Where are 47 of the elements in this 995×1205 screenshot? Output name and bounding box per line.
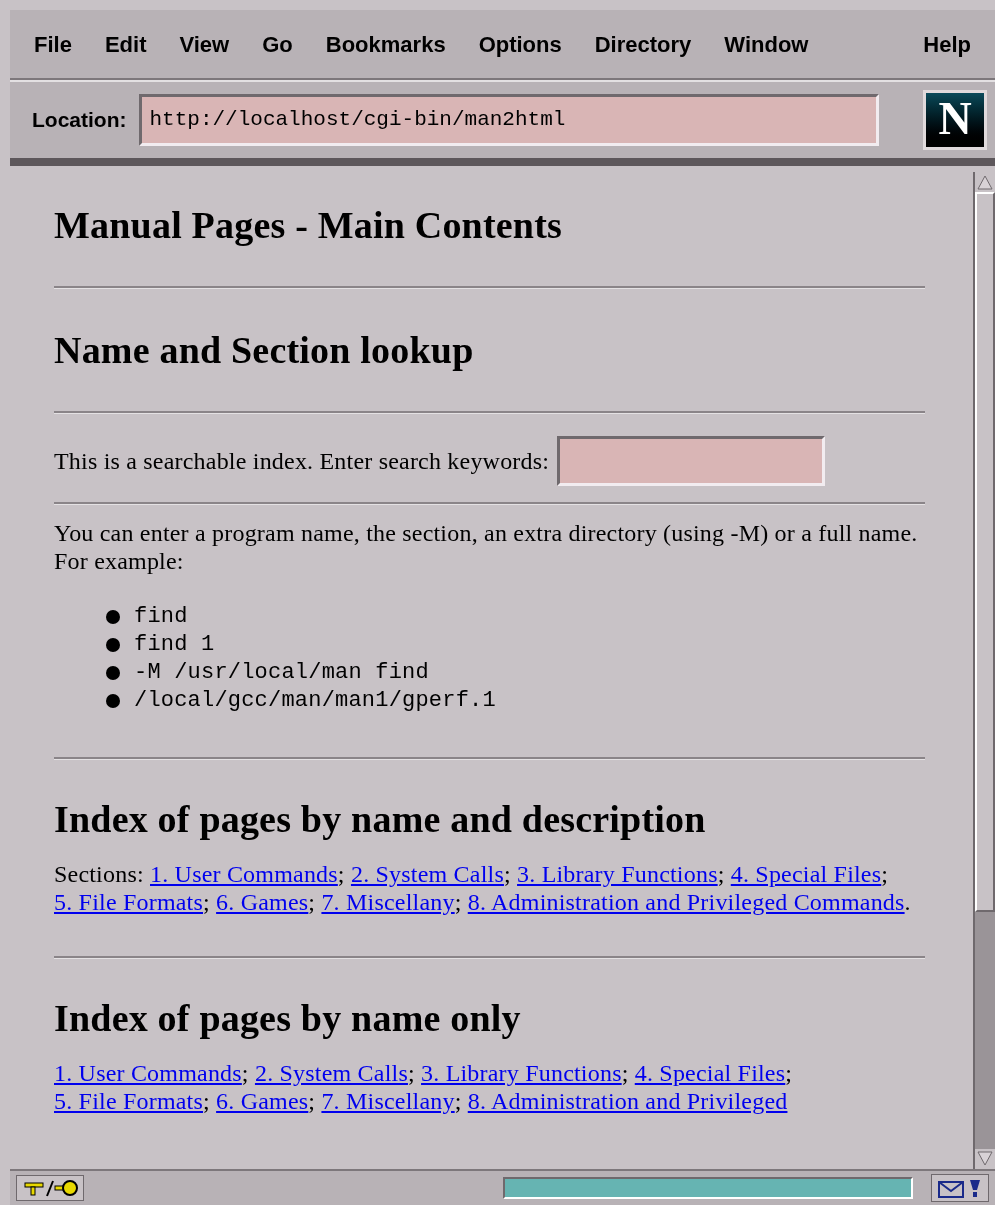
menu-item[interactable]: Bookmarks <box>325 27 446 61</box>
link[interactable]: 5. File Formats <box>54 889 203 915</box>
mail-icon[interactable] <box>931 1174 989 1202</box>
sections-paragraph: 1. User Commands; 2. System Calls; 3. Library Functions; 4. Special Files; 5. File Formats; 6. Games; 7. Miscellany; 8. Administration and Privileged <box>54 1059 794 1115</box>
security-key-icon[interactable] <box>16 1175 84 1201</box>
heading: Index of pages by name only <box>54 996 522 1041</box>
scroll-down-icon[interactable] <box>975 1149 995 1169</box>
link[interactable]: 8. Administration and Privileged <box>467 1088 788 1114</box>
menu-item[interactable]: Go <box>262 27 293 61</box>
link[interactable]: 5. File Formats <box>54 1088 203 1114</box>
menu-item[interactable]: Help <box>923 27 971 61</box>
menu-item[interactable]: Options <box>478 27 562 61</box>
heading: Name and Section lookup <box>54 328 475 373</box>
help-text: You can enter a program name, the section, an extra directory (using -M) or a full name. For example: <box>54 519 919 575</box>
menu-item[interactable]: File <box>34 27 72 61</box>
link[interactable]: 3. Library Functions <box>421 1060 622 1086</box>
bullet-icon <box>106 638 120 652</box>
link[interactable]: 8. Administration and Privileged Commands <box>467 889 905 915</box>
scrollbar[interactable] <box>973 172 995 1169</box>
bullet-icon <box>106 694 120 708</box>
scroll-up-icon[interactable] <box>975 172 995 192</box>
link[interactable]: 7. Miscellany <box>321 889 455 915</box>
link[interactable]: 1. User Commands <box>54 1060 242 1086</box>
example-text: -M /usr/local/man find <box>134 659 429 687</box>
link[interactable]: 1. User Commands <box>150 861 338 887</box>
scroll-thumb[interactable] <box>975 192 995 912</box>
menu-item[interactable]: View <box>179 27 230 61</box>
link[interactable]: 2. System Calls <box>254 1060 408 1086</box>
link[interactable]: 2. System Calls <box>350 861 504 887</box>
example-text: /local/gcc/man/man1/gperf.1 <box>134 687 496 715</box>
search-field[interactable] <box>557 436 826 486</box>
bullet-icon <box>106 666 120 680</box>
netscape-logo[interactable]: N <box>923 90 987 150</box>
example-text: find <box>134 603 188 631</box>
menu-item[interactable]: Directory <box>594 27 692 61</box>
location-label: Location: <box>32 107 127 134</box>
example-text: find 1 <box>134 631 215 659</box>
search-prompt: This is a searchable index. Enter search keywords: <box>54 447 550 475</box>
bullet-icon <box>106 610 120 624</box>
heading: Index of pages by name and description <box>54 797 707 842</box>
sections-paragraph: Sections: 1. User Commands; 2. System Calls; 3. Library Functions; 4. Special Files; 5. File Formats; 6. Games; 7. Miscellany; 8. Administration and Privileged Commands. <box>54 860 912 916</box>
menu-item[interactable]: Window <box>724 27 824 61</box>
menu-item[interactable]: Edit <box>104 27 147 61</box>
heading: Manual Pages - Main Contents <box>54 203 564 248</box>
location-field[interactable]: http://localhost/cgi-bin/man2html <box>138 94 879 146</box>
link[interactable]: 3. Library Functions <box>517 861 718 887</box>
link[interactable]: 7. Miscellany <box>321 1088 455 1114</box>
